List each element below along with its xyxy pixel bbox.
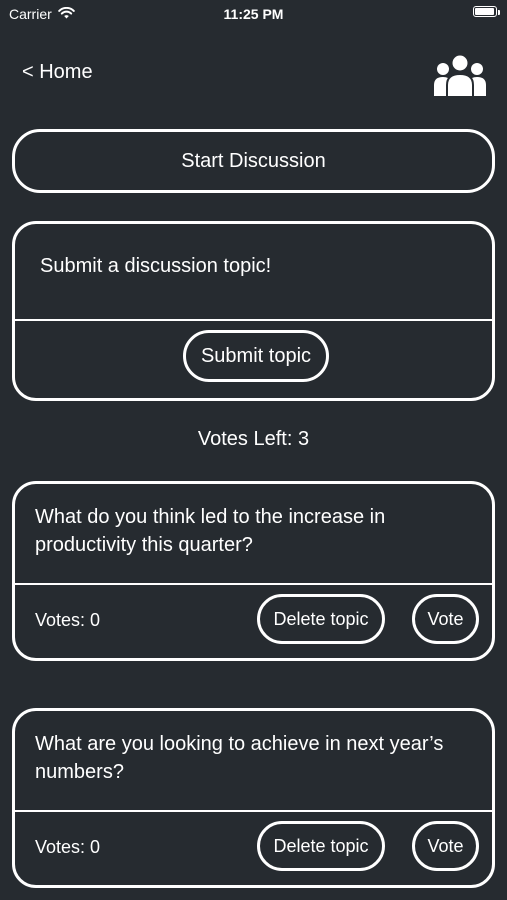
people-group-icon[interactable] <box>432 52 488 98</box>
start-discussion-button[interactable]: Start Discussion <box>12 129 495 193</box>
votes-left-label: Votes Left: 3 <box>197 428 310 450</box>
divider <box>15 810 492 812</box>
battery-icon <box>473 6 500 17</box>
delete-topic-button[interactable]: Delete topic <box>257 594 385 644</box>
topic-text: What are you looking to achieve in next … <box>35 733 444 783</box>
status-bar: Carrier 11:25 PM <box>0 0 507 28</box>
topic-card: What are you looking to achieve in next … <box>12 708 495 888</box>
divider <box>15 319 492 321</box>
back-home-button[interactable]: < Home <box>22 61 93 84</box>
status-time: 11:25 PM <box>223 6 284 22</box>
submit-topic-card: Submit a discussion topic! Submit topic <box>12 221 495 401</box>
topic-votes-count: Votes: 0 <box>35 610 101 630</box>
delete-topic-button[interactable]: Delete topic <box>257 821 385 871</box>
topic-card: What do you think led to the increase in… <box>12 481 495 661</box>
vote-button[interactable]: Vote <box>412 821 479 871</box>
topic-input[interactable]: Submit a discussion topic! <box>40 255 460 278</box>
topic-votes-count: Votes: 0 <box>35 837 101 857</box>
topic-text: What do you think led to the increase in… <box>35 506 386 556</box>
submit-topic-button[interactable]: Submit topic <box>183 330 329 382</box>
divider <box>15 583 492 585</box>
battery-level <box>475 8 494 15</box>
vote-button[interactable]: Vote <box>412 594 479 644</box>
